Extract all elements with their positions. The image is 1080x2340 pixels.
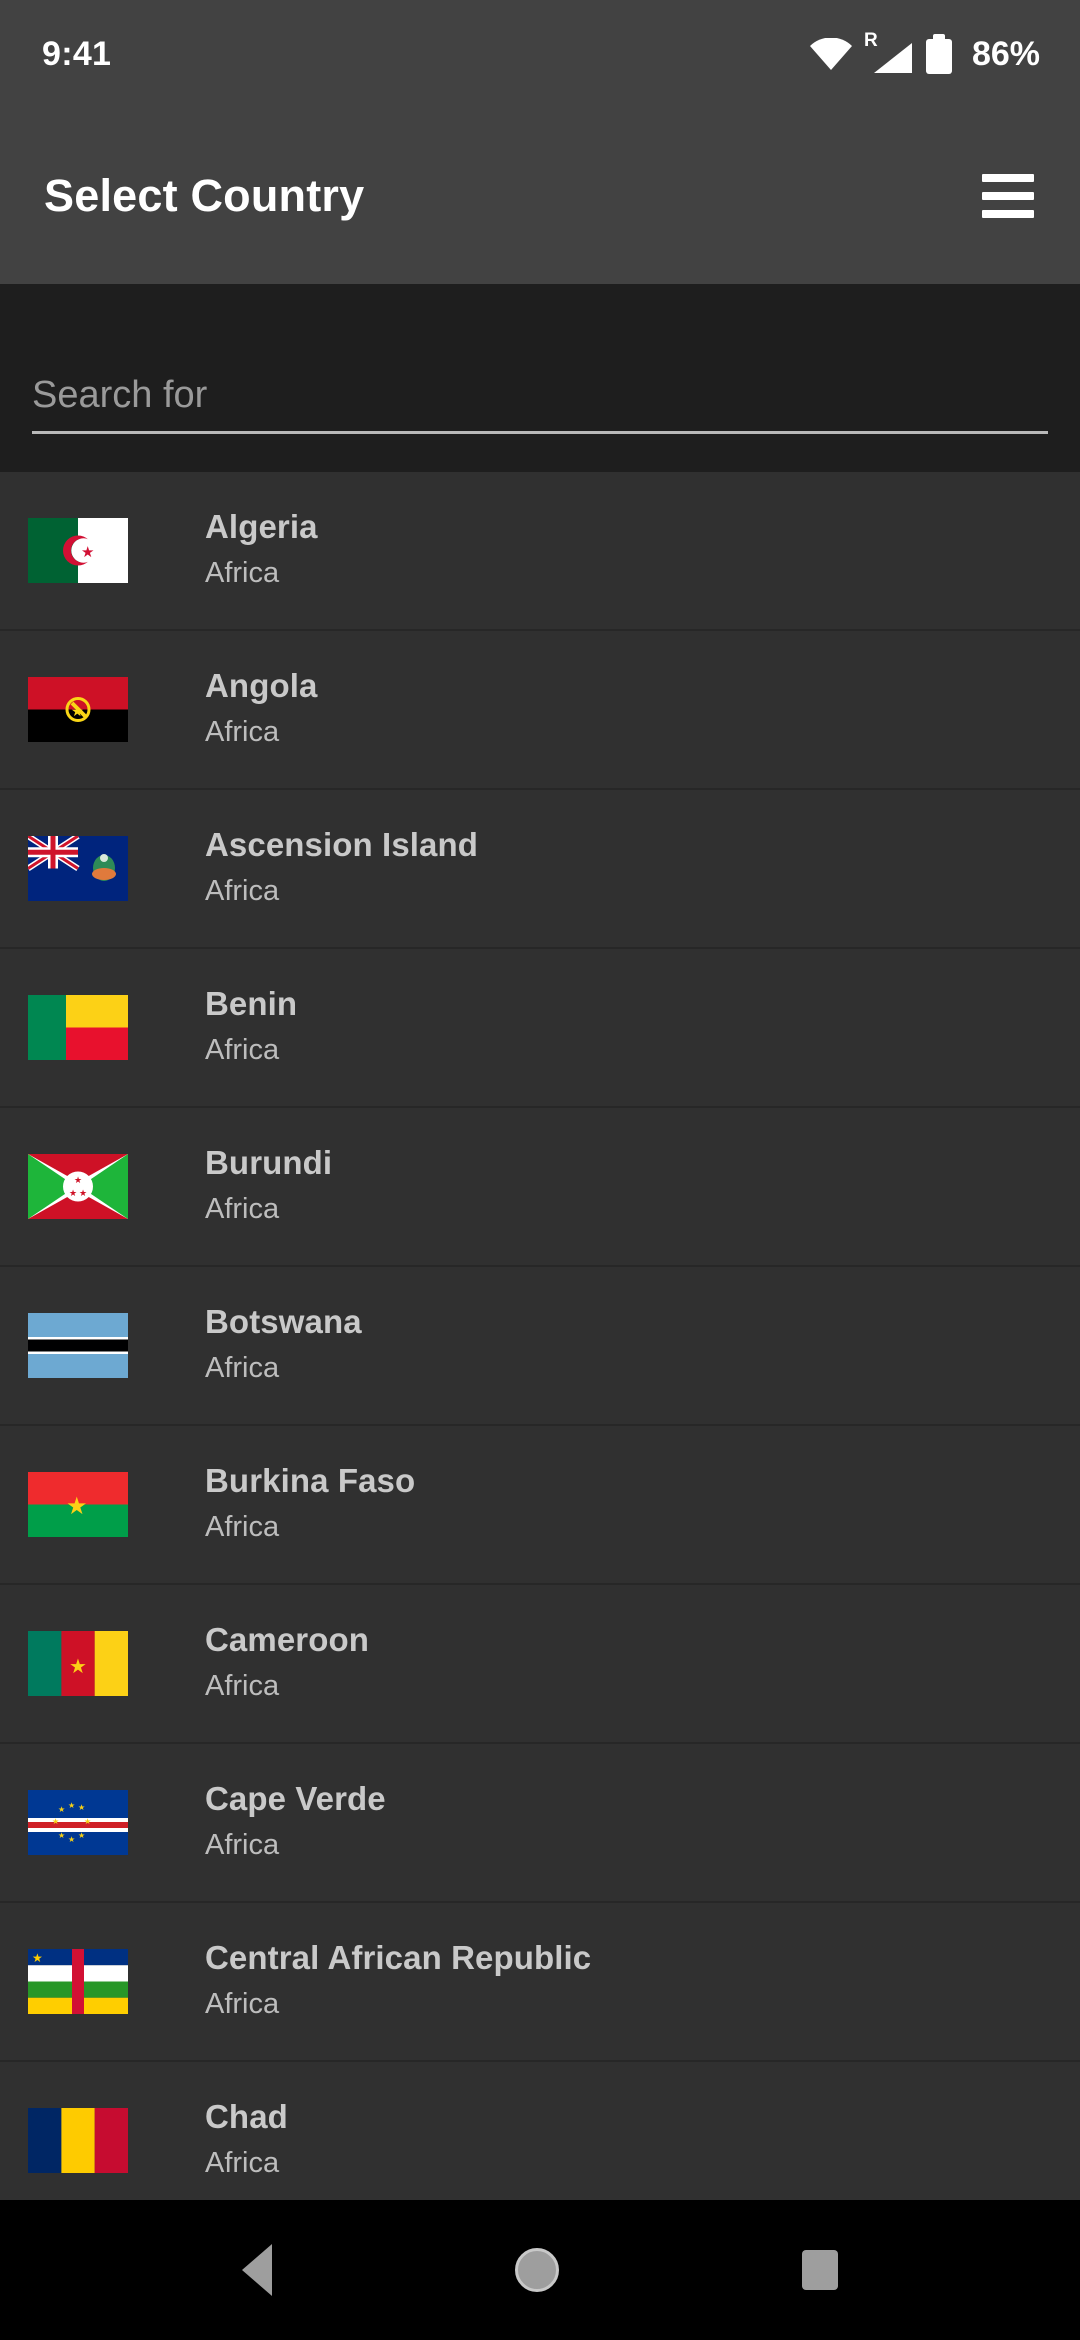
country-continent: Africa xyxy=(205,1351,280,1384)
country-row-text: Algeria Africa xyxy=(205,508,318,593)
country-name: Cameroon xyxy=(205,1620,369,1658)
country-row-text: Burundi Africa xyxy=(205,1144,332,1229)
svg-text:★: ★ xyxy=(84,1817,91,1826)
country-continent: Africa xyxy=(205,1669,280,1702)
cameroon-flag: ★ xyxy=(28,1631,128,1696)
country-continent: Africa xyxy=(205,1033,280,1066)
country-name: Angola xyxy=(205,666,318,704)
svg-text:★: ★ xyxy=(66,1493,88,1520)
country-list-item[interactable]: ★ Algeria Africa xyxy=(0,472,1080,631)
svg-text:★: ★ xyxy=(78,1803,85,1812)
svg-text:★: ★ xyxy=(79,1188,87,1198)
status-bar: 9:41 R 86% xyxy=(0,0,1080,108)
svg-text:★: ★ xyxy=(68,1835,75,1844)
svg-text:★: ★ xyxy=(58,1805,65,1814)
country-row-text: Benin Africa xyxy=(205,985,297,1070)
svg-text:★: ★ xyxy=(32,1951,43,1965)
country-list[interactable]: ★ Algeria Africa ★ Angola Africa Ascension I… xyxy=(0,472,1080,2200)
country-list-item[interactable]: ★ Central African Republic Africa xyxy=(0,1903,1080,2062)
country-name: Central African Republic xyxy=(205,1938,592,1976)
svg-text:★: ★ xyxy=(74,1175,82,1185)
country-list-item[interactable]: Botswana Africa xyxy=(0,1267,1080,1426)
country-row-text: Burkina Faso Africa xyxy=(205,1462,415,1547)
android-nav-bar xyxy=(0,2200,1080,2340)
country-continent: Africa xyxy=(205,1828,280,1861)
country-continent: Africa xyxy=(205,715,280,748)
chad-flag xyxy=(28,2108,128,2173)
benin-flag xyxy=(28,995,128,1060)
battery-percent: 86% xyxy=(971,34,1040,73)
country-row-text: Ascension Island Africa xyxy=(205,826,478,911)
country-continent: Africa xyxy=(205,1192,280,1225)
country-row-text: Angola Africa xyxy=(205,667,317,752)
algeria-flag: ★ xyxy=(28,518,128,583)
country-name: Algeria xyxy=(205,507,318,545)
app-bar: Select Country xyxy=(0,108,1080,284)
svg-text:★: ★ xyxy=(71,703,84,719)
recents-icon[interactable] xyxy=(802,2250,839,2290)
country-row-text: Chad Africa xyxy=(205,2098,288,2183)
country-continent: Africa xyxy=(205,2146,280,2179)
burkina-faso-flag: ★ xyxy=(28,1472,128,1537)
svg-text:★: ★ xyxy=(52,1817,59,1826)
search-section xyxy=(0,284,1080,472)
status-icons: R 86% xyxy=(809,31,1040,74)
country-name: Burundi xyxy=(205,1143,333,1181)
svg-text:★: ★ xyxy=(81,544,94,561)
wifi-icon xyxy=(809,38,852,70)
country-list-item[interactable]: ★ Burkina Faso Africa xyxy=(0,1426,1080,1585)
country-continent: Africa xyxy=(205,1510,280,1543)
angola-flag: ★ xyxy=(28,677,128,742)
country-continent: Africa xyxy=(205,1987,280,2020)
country-list-item[interactable]: Chad Africa xyxy=(0,2062,1080,2200)
svg-text:★: ★ xyxy=(69,1188,77,1198)
svg-text:★: ★ xyxy=(68,1801,75,1810)
country-row-text: Central African Republic Africa xyxy=(205,1939,591,2024)
country-list-item[interactable]: ★ Angola Africa xyxy=(0,631,1080,790)
status-time: 9:41 xyxy=(42,34,112,73)
signal-bars-icon xyxy=(873,43,912,73)
page-title: Select Country xyxy=(44,170,365,221)
battery-icon xyxy=(925,34,952,74)
phone-screen: 9:41 R 86% Select Country Search for ★ A… xyxy=(0,0,1080,2340)
country-list-item[interactable]: Ascension Island Africa xyxy=(0,790,1080,949)
svg-text:★: ★ xyxy=(58,1831,65,1840)
country-row-text: Cameroon Africa xyxy=(205,1621,369,1706)
country-continent: Africa xyxy=(205,556,280,589)
svg-text:★: ★ xyxy=(69,1656,87,1678)
botswana-flag xyxy=(28,1313,128,1378)
search-box xyxy=(32,374,1048,434)
svg-text:★: ★ xyxy=(78,1831,85,1840)
ascension-island-flag xyxy=(28,836,128,901)
country-name: Chad xyxy=(205,2097,288,2135)
cellular-signal-icon: R xyxy=(864,31,912,73)
country-row-text: Botswana Africa xyxy=(205,1303,362,1388)
country-name: Ascension Island xyxy=(205,825,479,863)
back-icon[interactable] xyxy=(241,2244,272,2296)
country-list-item[interactable]: ★ Cameroon Africa xyxy=(0,1585,1080,1744)
country-list-item[interactable]: ★ ★ ★ Burundi Africa xyxy=(0,1108,1080,1267)
country-name: Cape Verde xyxy=(205,1779,386,1817)
country-name: Burkina Faso xyxy=(205,1461,416,1499)
search-input[interactable] xyxy=(32,374,1048,434)
country-continent: Africa xyxy=(205,874,280,907)
cape-verde-flag: ★ ★ ★ ★ ★ ★ ★ ★ xyxy=(28,1790,128,1855)
central-african-republic-flag: ★ xyxy=(28,1949,128,2014)
hamburger-menu-icon[interactable] xyxy=(982,168,1038,224)
burundi-flag: ★ ★ ★ xyxy=(28,1154,128,1219)
country-row-text: Cape Verde Africa xyxy=(205,1780,386,1865)
country-name: Benin xyxy=(205,984,298,1022)
country-list-item[interactable]: ★ ★ ★ ★ ★ ★ ★ ★ Cape Verde Africa xyxy=(0,1744,1080,1903)
home-icon[interactable] xyxy=(514,2248,559,2292)
country-list-item[interactable]: Benin Africa xyxy=(0,949,1080,1108)
country-name: Botswana xyxy=(205,1302,362,1340)
